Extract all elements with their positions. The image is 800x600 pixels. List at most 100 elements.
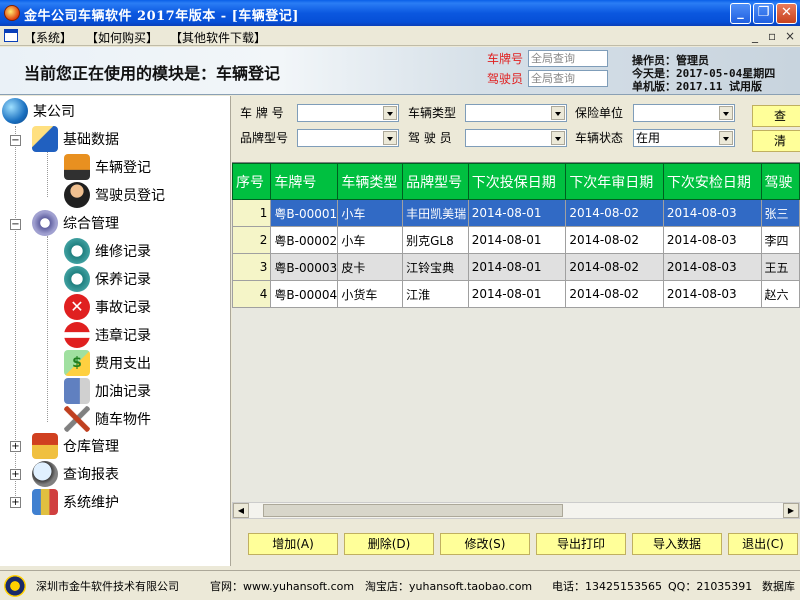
main-content: 车 牌 号 车辆类型 保险单位 查 品牌型号 驾 驶 员 车辆状态 在用 清 序…: [232, 96, 800, 566]
col-header-type[interactable]: 车辆类型: [337, 163, 404, 200]
filter-status-combo[interactable]: 在用: [633, 129, 735, 147]
tree-group-reports[interactable]: 查询报表: [32, 461, 119, 487]
chevron-down-icon[interactable]: [383, 131, 397, 145]
plate-search-input[interactable]: 全局查询: [528, 50, 608, 67]
window-title: 金牛公司车辆软件 2017年版本 - [车辆登记]: [24, 9, 299, 24]
tree-item-vehicle-registration[interactable]: 车辆登记: [64, 154, 151, 180]
status-qq: QQ：21035391: [668, 580, 753, 593]
status-taobao[interactable]: 淘宝店：yuhansoft.taobao.com: [365, 578, 532, 594]
import-data-button[interactable]: 导入数据: [632, 533, 722, 555]
tree-item-violation[interactable]: 违章记录: [64, 322, 151, 348]
scroll-right-icon[interactable]: ▶: [783, 503, 799, 518]
filter-driver-label: 驾 驶 员: [408, 131, 452, 145]
edit-button[interactable]: 修改(S): [440, 533, 530, 555]
tree-group-general-management[interactable]: 综合管理: [32, 210, 119, 236]
no-entry-icon: [64, 322, 90, 348]
mdi-close-button[interactable]: ×: [785, 29, 795, 43]
tree-group-system-maintenance[interactable]: 系统维护: [32, 489, 119, 515]
chevron-down-icon[interactable]: [551, 106, 565, 120]
filter-plate-combo[interactable]: [297, 104, 399, 122]
filter-insurer-combo[interactable]: [633, 104, 735, 122]
maintenance-gauge-icon: [64, 266, 90, 292]
expander-general-management[interactable]: −: [10, 219, 21, 230]
col-header-driver[interactable]: 驾驶: [760, 163, 800, 200]
filter-insurer-label: 保险单位: [575, 106, 624, 120]
export-print-button[interactable]: 导出打印: [536, 533, 626, 555]
exit-button[interactable]: 退出(C): [728, 533, 798, 555]
filter-brand-label: 品牌型号: [240, 131, 289, 145]
clear-button[interactable]: 清: [752, 130, 800, 152]
globe-icon: [2, 98, 28, 124]
expander-basic-data[interactable]: −: [10, 135, 21, 146]
header-banner: 当前您正在使用的模块是：车辆登记 车牌号 全局查询 驾驶员 全局查询 操作员：管…: [0, 47, 800, 95]
mdi-window-icon: [4, 29, 18, 42]
mdi-restore-button[interactable]: ▫: [768, 29, 776, 43]
status-company: 深圳市金牛软件技术有限公司: [36, 580, 179, 593]
error-x-icon: ✕: [64, 294, 90, 320]
col-header-safety-date[interactable]: 下次安检日期: [662, 163, 762, 200]
col-header-insurance-date[interactable]: 下次投保日期: [467, 163, 567, 200]
table-row[interactable]: 2 粤B-00002 小车 别克GL8 2014-08-01 2014-08-0…: [232, 226, 800, 254]
tree-item-accident[interactable]: ✕ 事故记录: [64, 294, 151, 320]
tree-group-basic-data[interactable]: 基础数据: [32, 126, 119, 152]
app-icon: [4, 5, 20, 21]
status-db: 数据库: [762, 580, 795, 593]
building-icon: [32, 489, 58, 515]
fuel-pump-icon: [64, 378, 90, 404]
scroll-thumb[interactable]: [263, 504, 563, 517]
filter-driver-combo[interactable]: [465, 129, 567, 147]
filter-brand-combo[interactable]: [297, 129, 399, 147]
version-info: 单机版：2017.11 试用版: [632, 80, 762, 93]
filter-status-label: 车辆状态: [575, 131, 624, 145]
table-row[interactable]: 3 粤B-00003 皮卡 江铃宝典 2014-08-01 2014-08-02…: [232, 253, 800, 281]
table-row[interactable]: 1 粤B-00001 小车 丰田凯美瑞 2014-08-01 2014-08-0…: [232, 199, 800, 227]
chevron-down-icon[interactable]: [719, 131, 733, 145]
driver-search-label: 驾驶员: [487, 72, 524, 86]
filter-vehicle-type-label: 车辆类型: [408, 106, 457, 120]
tree-item-repair[interactable]: 维修记录: [64, 238, 151, 264]
col-header-inspection-date[interactable]: 下次年审日期: [565, 163, 664, 200]
expander-system-maintenance[interactable]: +: [10, 497, 21, 508]
driver-search-input[interactable]: 全局查询: [528, 70, 608, 87]
col-header-brand[interactable]: 品牌型号: [402, 163, 469, 200]
menu-other-software[interactable]: 【其他软件下载】: [170, 29, 266, 46]
tree-item-fuel[interactable]: 加油记录: [64, 378, 151, 404]
title-bar: 金牛公司车辆软件 2017年版本 - [车辆登记] _ ❐ ✕: [0, 0, 800, 26]
scroll-left-icon[interactable]: ◀: [233, 503, 249, 518]
chevron-down-icon[interactable]: [551, 131, 565, 145]
minimize-button[interactable]: _: [730, 3, 751, 24]
tree-item-onboard-items[interactable]: 随车物件: [64, 406, 151, 432]
col-header-index[interactable]: 序号: [232, 163, 272, 200]
tree-item-maintenance[interactable]: 保养记录: [64, 266, 151, 292]
chevron-down-icon[interactable]: [383, 106, 397, 120]
tree-group-warehouse[interactable]: 仓库管理: [32, 433, 119, 459]
col-header-plate[interactable]: 车牌号: [270, 163, 339, 200]
gears-icon: [32, 210, 58, 236]
add-button[interactable]: 增加(A): [248, 533, 338, 555]
menu-how-to-buy[interactable]: 【如何购买】: [86, 29, 158, 46]
vehicle-grid: 序号 车牌号 车辆类型 品牌型号 下次投保日期 下次年审日期 下次安检日期 驾驶…: [232, 162, 800, 502]
table-row[interactable]: 4 粤B-00004 小货车 江淮 2014-08-01 2014-08-02 …: [232, 280, 800, 308]
plate-search-label: 车牌号: [487, 52, 524, 66]
query-button[interactable]: 查: [752, 105, 800, 127]
restore-button[interactable]: ❐: [753, 3, 774, 24]
chevron-down-icon[interactable]: [719, 106, 733, 120]
delete-button[interactable]: 删除(D): [344, 533, 434, 555]
tree-item-driver-registration[interactable]: 驾驶员登记: [64, 182, 165, 208]
gear-logo-icon: [4, 575, 26, 597]
menu-bar: 【系统】 【如何购买】 【其他软件下载】 _ ▫ ×: [0, 26, 800, 46]
status-website[interactable]: 官网：www.yuhansoft.com: [210, 578, 354, 594]
close-button[interactable]: ✕: [776, 3, 797, 24]
money-icon: $: [64, 350, 90, 376]
tools-icon: [64, 406, 90, 432]
tree-item-expense[interactable]: $ 费用支出: [64, 350, 151, 376]
expander-reports[interactable]: +: [10, 469, 21, 480]
expander-warehouse[interactable]: +: [10, 441, 21, 452]
repair-gauge-icon: [64, 238, 90, 264]
mdi-minimize-button[interactable]: _: [752, 29, 758, 43]
filter-vehicle-type-combo[interactable]: [465, 104, 567, 122]
pen-folder-icon: [32, 126, 58, 152]
menu-system[interactable]: 【系统】: [24, 29, 72, 46]
tree-root[interactable]: 某公司: [2, 98, 75, 124]
horizontal-scrollbar[interactable]: ◀ ▶: [232, 502, 800, 519]
